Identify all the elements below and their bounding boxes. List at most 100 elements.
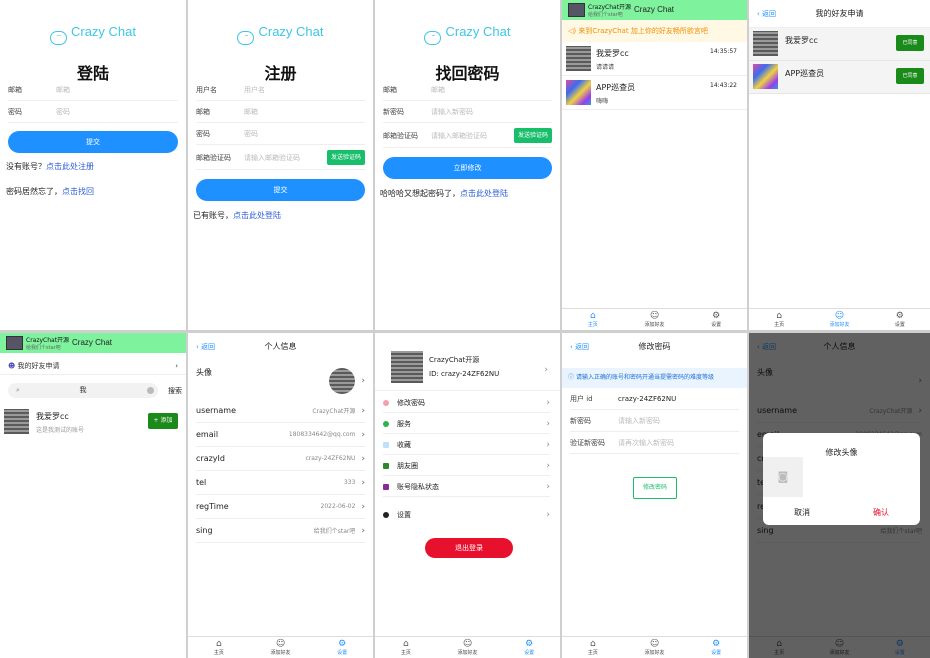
app-logo: ··· Crazy Chat [375, 24, 560, 45]
info-row[interactable]: sing 给我们个star吧 › [196, 519, 365, 543]
forgot-link[interactable]: 点击找回 [62, 187, 94, 196]
chevron-right-icon: › [361, 405, 365, 416]
chat-list-item[interactable]: 我爱罗cc 请请请 14:35:57 [562, 42, 747, 76]
home-icon: ⌂ [589, 311, 596, 321]
gear-icon [383, 512, 389, 518]
search-input[interactable]: ⌕ 我 [8, 383, 158, 398]
users-icon: ☺ [275, 639, 286, 649]
bookmark-icon [383, 441, 389, 448]
email-field[interactable]: 邮箱 邮箱 [8, 80, 178, 101]
tab-friends[interactable]: ☺添加好友 [437, 637, 499, 658]
avatar [753, 31, 778, 56]
send-code-button[interactable]: 发送验证码 [514, 128, 552, 143]
accepted-button[interactable]: 已同意 [896, 35, 924, 51]
menu-change-password[interactable]: 修改密码 › [383, 393, 550, 413]
camera-icon[interactable]: ◙ [763, 457, 803, 497]
home-screen: CrazyChat开源 给我们个star吧 Crazy Chat ◁) 来到Cr… [562, 0, 747, 330]
info-row[interactable]: crazyId crazy-24ZF62NU › [196, 447, 365, 471]
register-prompt: 没有账号？点击此处注册 [6, 162, 94, 171]
gear-icon: ⚙ [712, 639, 721, 649]
info-row[interactable]: usernameCrazyChat开源› [196, 399, 365, 423]
gear-icon: ⚙ [895, 311, 904, 321]
search-button[interactable]: 搜索 [168, 386, 182, 396]
change-password-button[interactable]: 修改密码 [633, 477, 677, 499]
nav-bar: ‹ 返回 我的好友申请 [749, 0, 930, 28]
avatar[interactable] [6, 336, 23, 350]
photos-icon [383, 462, 389, 469]
tab-friends[interactable]: ☺添加好友 [250, 637, 312, 658]
lock-icon [383, 399, 389, 406]
submit-button[interactable]: 提交 [196, 179, 365, 201]
info-row[interactable]: email 1808334642@qq.com › [196, 423, 365, 447]
tab-settings[interactable]: ⚙设置 [311, 637, 373, 658]
page-title: 修改密码 [638, 342, 671, 351]
send-code-button[interactable]: 发送验证码 [327, 150, 365, 165]
tab-home[interactable]: ⌂主页 [562, 309, 624, 330]
forgot-prompt: 密码居然忘了，点击找回 [6, 187, 94, 196]
users-icon: ☺ [649, 639, 660, 649]
tab-settings[interactable]: ⚙设置 [685, 309, 747, 330]
tab-friends[interactable]: ☺添加好友 [624, 637, 686, 658]
add-friend-screen: CrazyChat开源 给我们个star吧 Crazy Chat ☻ 我的好友申… [0, 333, 186, 658]
info-row[interactable]: tel 333 › [196, 471, 365, 495]
profile-card[interactable]: CrazyChat开源 ID: crazy-24ZF62NU › [375, 333, 560, 391]
profile-screen: ‹ 返回 个人信息 头像 › username CrazyChat开源 › email… [188, 333, 373, 658]
email-field[interactable]: 邮箱 邮箱 [196, 102, 365, 123]
avatar [329, 368, 356, 394]
privacy-icon [383, 483, 389, 490]
home-icon: ⌂ [215, 639, 222, 649]
cancel-button[interactable]: 取消 [763, 507, 841, 518]
tab-bar: ⌂主页 ☺添加好友 ⚙设置 [562, 308, 747, 330]
app-logo: ··· Crazy Chat [188, 24, 373, 45]
chat-bubble-icon: ··· [424, 31, 442, 45]
login-link[interactable]: 点击此处登陆 [460, 189, 508, 198]
tab-friends[interactable]: ☺添加好友 [809, 309, 869, 330]
password-field[interactable]: 密码 密码 [8, 102, 178, 123]
clear-icon[interactable] [147, 387, 154, 394]
users-icon: ☺ [834, 311, 845, 321]
gear-icon: ⚙ [525, 639, 534, 649]
recover-screen: ··· Crazy Chat 找回密码 邮箱 邮箱 新密码 请输入新密码 邮箱验证码请… [375, 0, 560, 330]
chevron-right-icon: › [546, 481, 550, 492]
password-field[interactable]: 密码 密码 [196, 124, 365, 145]
tab-settings[interactable]: ⚙设置 [870, 309, 930, 330]
my-requests-link[interactable]: ☻ 我的好友申请 › [0, 357, 186, 375]
avatar [753, 64, 778, 89]
tab-home[interactable]: ⌂主页 [375, 637, 437, 658]
menu-services[interactable]: 服务 › [383, 414, 550, 434]
confirm-button[interactable]: 确认 [842, 507, 920, 518]
username-field[interactable]: 用户名 用户名 [196, 80, 365, 101]
chevron-right-icon: › [361, 376, 365, 386]
chat-list-item[interactable]: APP巡查员 嗨嗨 14:43:22 [562, 76, 747, 110]
confirm-password-field[interactable]: 验证新密码 请再次输入新密码 [570, 432, 739, 454]
add-button[interactable]: + 添加 [148, 413, 178, 429]
register-link[interactable]: 点击此处注册 [46, 162, 94, 171]
tab-settings[interactable]: ⚙设置 [685, 637, 747, 658]
submit-button[interactable]: 提交 [8, 131, 178, 153]
tab-settings[interactable]: ⚙设置 [498, 637, 560, 658]
avatar-row[interactable]: 头像› [196, 363, 365, 399]
logout-button[interactable]: 退出登录 [425, 538, 513, 558]
login-prompt: 哈哈哈又想起密码了，点击此处登陆 [380, 189, 508, 198]
avatar[interactable] [568, 3, 585, 17]
tab-home[interactable]: ⌂主页 [562, 637, 624, 658]
new-password-field[interactable]: 新密码 请输入新密码 [383, 102, 552, 123]
submit-button[interactable]: 立即修改 [383, 157, 552, 179]
tab-friends[interactable]: ☺添加好友 [624, 309, 686, 330]
tab-home[interactable]: ⌂主页 [188, 637, 250, 658]
check-icon [383, 420, 389, 427]
new-password-field[interactable]: 新密码 请输入新密码 [570, 410, 739, 432]
tab-bar: ⌂主页 ☺添加好友 ⚙设置 [375, 636, 560, 658]
menu-privacy[interactable]: 账号隐私状态 › [383, 477, 550, 497]
avatar [4, 409, 29, 434]
menu-moments[interactable]: 朋友圈 › [383, 456, 550, 476]
login-link[interactable]: 点击此处登陆 [233, 211, 281, 220]
email-field[interactable]: 邮箱 邮箱 [383, 80, 552, 101]
menu-favorites[interactable]: 收藏 › [383, 435, 550, 455]
app-header: CrazyChat开源 给我们个star吧 Crazy Chat [562, 0, 747, 20]
tab-home[interactable]: ⌂主页 [749, 309, 809, 330]
menu-settings[interactable]: 设置 › [383, 505, 550, 525]
info-row[interactable]: regTime 2022-06-02 › [196, 495, 365, 519]
accepted-button[interactable]: 已同意 [896, 68, 924, 84]
chevron-right-icon: › [361, 453, 365, 464]
